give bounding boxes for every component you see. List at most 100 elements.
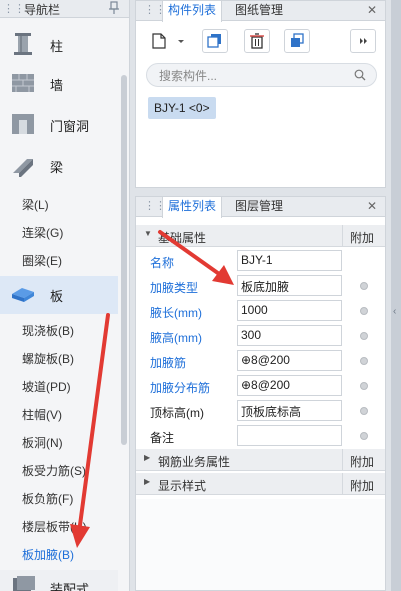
drag-handle-icon[interactable]: ⋮⋮ bbox=[3, 2, 25, 15]
property-value-field[interactable]: ⊕8@200 bbox=[237, 375, 342, 396]
component-list-item[interactable]: BJY-1 <0> bbox=[148, 97, 216, 119]
property-value-field[interactable]: 板底加腋 bbox=[237, 275, 342, 296]
property-row-haunch-distribution-rebar: 加腋分布筋 ⊕8@200 bbox=[136, 373, 385, 398]
attach-checkbox[interactable] bbox=[360, 282, 368, 290]
new-component-button[interactable] bbox=[146, 29, 172, 53]
chevron-left-icon[interactable]: ‹ bbox=[393, 306, 396, 317]
nav-category-label: 梁 bbox=[50, 160, 64, 175]
property-value-field[interactable]: ⊕8@200 bbox=[237, 350, 342, 371]
section-title: 基础属性 bbox=[158, 231, 207, 245]
property-row-haunch-length: 腋长(mm) 1000 bbox=[136, 298, 385, 323]
search-input[interactable] bbox=[159, 68, 349, 84]
section-title: 显示样式 bbox=[158, 479, 207, 493]
slab-icon bbox=[10, 282, 36, 306]
section-rebar-properties[interactable]: ▶ 钢筋业务属性 附加 bbox=[136, 449, 385, 471]
right-collapse-strip[interactable]: ‹ bbox=[391, 0, 401, 591]
nav-category-column[interactable]: 柱 bbox=[0, 26, 118, 62]
property-value-field[interactable]: 顶板底标高 bbox=[237, 400, 342, 421]
attach-checkbox[interactable] bbox=[360, 332, 368, 340]
column-divider bbox=[342, 473, 343, 495]
attach-checkbox[interactable] bbox=[360, 307, 368, 315]
nav-category-label: 板 bbox=[50, 289, 64, 304]
nav-category-label: 装配式 bbox=[50, 582, 90, 591]
property-name: 加腋类型 bbox=[150, 281, 199, 295]
nav-category-door-window[interactable]: 门窗洞 bbox=[0, 106, 118, 142]
nav-scrollbar[interactable] bbox=[121, 75, 127, 445]
property-name: 腋高(mm) bbox=[150, 331, 202, 345]
property-row-name: 名称 BJY-1 bbox=[136, 248, 385, 273]
property-value-field[interactable]: 1000 bbox=[237, 300, 342, 321]
nav-item-slab-main-rebar[interactable]: 板受力筋(S) bbox=[22, 462, 86, 479]
property-row-top-elevation: 顶标高(m) 顶板底标高 bbox=[136, 398, 385, 423]
expand-button[interactable] bbox=[350, 29, 376, 53]
property-value-field[interactable]: 300 bbox=[237, 325, 342, 346]
section-basic-properties[interactable]: ▼ 基础属性 附加 bbox=[136, 225, 385, 247]
nav-item-ring-beam[interactable]: 圈梁(E) bbox=[22, 252, 62, 269]
nav-item-spiral-slab[interactable]: 螺旋板(B) bbox=[22, 350, 74, 367]
close-icon[interactable]: ✕ bbox=[367, 3, 377, 17]
attach-checkbox[interactable] bbox=[360, 382, 368, 390]
property-row-haunch-rebar: 加腋筋 ⊕8@200 bbox=[136, 348, 385, 373]
tab-drawing-management[interactable]: 图纸管理 bbox=[230, 1, 288, 21]
nav-header: ⋮⋮ 导航栏 bbox=[0, 0, 129, 18]
layer-copy-button[interactable] bbox=[284, 29, 310, 53]
collapse-icon[interactable]: ▼ bbox=[144, 229, 152, 238]
attach-checkbox[interactable] bbox=[360, 357, 368, 365]
nav-item-ramp[interactable]: 坡道(PD) bbox=[22, 378, 71, 395]
section-display-style[interactable]: ▶ 显示样式 附加 bbox=[136, 473, 385, 495]
nav-item-slab-hole[interactable]: 板洞(N) bbox=[22, 434, 63, 451]
nav-item-column-cap[interactable]: 柱帽(V) bbox=[22, 406, 62, 423]
nav-item-beam[interactable]: 梁(L) bbox=[22, 196, 49, 213]
nav-title: 导航栏 bbox=[24, 3, 61, 17]
property-row-haunch-type: 加腋类型 板底加腋 bbox=[136, 273, 385, 298]
property-panel-tabs: ⋮⋮ 属性列表 图层管理 ✕ bbox=[136, 197, 385, 218]
property-name: 备注 bbox=[150, 431, 175, 445]
new-component-dropdown[interactable] bbox=[174, 29, 188, 53]
property-name: 加腋筋 bbox=[150, 356, 187, 370]
component-search bbox=[146, 63, 377, 87]
nav-item-slab-negative-rebar[interactable]: 板负筋(F) bbox=[22, 490, 73, 507]
nav-category-beam[interactable]: 梁 bbox=[0, 147, 118, 183]
property-name: 腋长(mm) bbox=[150, 306, 202, 320]
component-panel-tabs: ⋮⋮ 构件列表 图纸管理 ✕ bbox=[136, 1, 385, 22]
expand-icon[interactable]: ▶ bbox=[144, 477, 150, 486]
tab-layer-management[interactable]: 图层管理 bbox=[230, 197, 288, 217]
property-value-field[interactable]: BJY-1 bbox=[237, 250, 342, 271]
component-list-panel: ⋮⋮ 构件列表 图纸管理 ✕ 搜索构件... BJY-1 <0> bbox=[135, 0, 386, 188]
dropdown-arrow-icon bbox=[174, 40, 188, 56]
section-extra-label: 附加 bbox=[350, 479, 375, 493]
tab-property-list[interactable]: 属性列表 bbox=[162, 197, 223, 218]
expand-icon[interactable]: ▶ bbox=[144, 453, 150, 462]
tab-component-list[interactable]: 构件列表 bbox=[162, 1, 223, 22]
nav-category-label: 柱 bbox=[50, 39, 64, 54]
property-value-field[interactable] bbox=[237, 425, 342, 446]
attach-checkbox[interactable] bbox=[360, 432, 368, 440]
section-extra-label: 附加 bbox=[350, 231, 375, 245]
nav-item-slab-haunch[interactable]: 板加腋(B) bbox=[22, 546, 74, 563]
nav-category-slab[interactable]: 板 bbox=[0, 276, 118, 314]
column-divider bbox=[342, 449, 343, 471]
section-title: 钢筋业务属性 bbox=[158, 455, 231, 469]
prefab-icon bbox=[10, 574, 36, 591]
close-icon[interactable]: ✕ bbox=[367, 199, 377, 213]
property-row-haunch-height: 腋高(mm) 300 bbox=[136, 323, 385, 348]
attach-checkbox[interactable] bbox=[360, 407, 368, 415]
property-name: 加腋分布筋 bbox=[150, 381, 211, 395]
nav-item-cast-slab[interactable]: 现浇板(B) bbox=[22, 322, 74, 339]
beam-icon bbox=[10, 153, 36, 179]
delete-icon bbox=[245, 33, 269, 55]
expand-icon bbox=[351, 38, 375, 55]
delete-button[interactable] bbox=[244, 29, 270, 53]
property-row-remark: 备注 bbox=[136, 423, 385, 448]
search-icon[interactable] bbox=[354, 69, 366, 84]
navigation-panel: ⋮⋮ 导航栏 柱 墙 门窗洞 梁 梁(L) 连梁(G) 圈梁(E) 板 现浇板(… bbox=[0, 0, 130, 591]
nav-category-label: 门窗洞 bbox=[50, 119, 90, 134]
nav-category-prefab[interactable]: 装配式 bbox=[0, 570, 118, 591]
nav-item-coupling-beam[interactable]: 连梁(G) bbox=[22, 224, 63, 241]
copy-button[interactable] bbox=[202, 29, 228, 53]
copy-icon bbox=[203, 34, 227, 55]
nav-category-wall[interactable]: 墙 bbox=[0, 65, 118, 101]
pin-icon[interactable] bbox=[108, 1, 122, 15]
door-window-icon bbox=[10, 112, 36, 136]
nav-item-floor-slab-strip[interactable]: 楼层板带(H) bbox=[22, 518, 87, 535]
